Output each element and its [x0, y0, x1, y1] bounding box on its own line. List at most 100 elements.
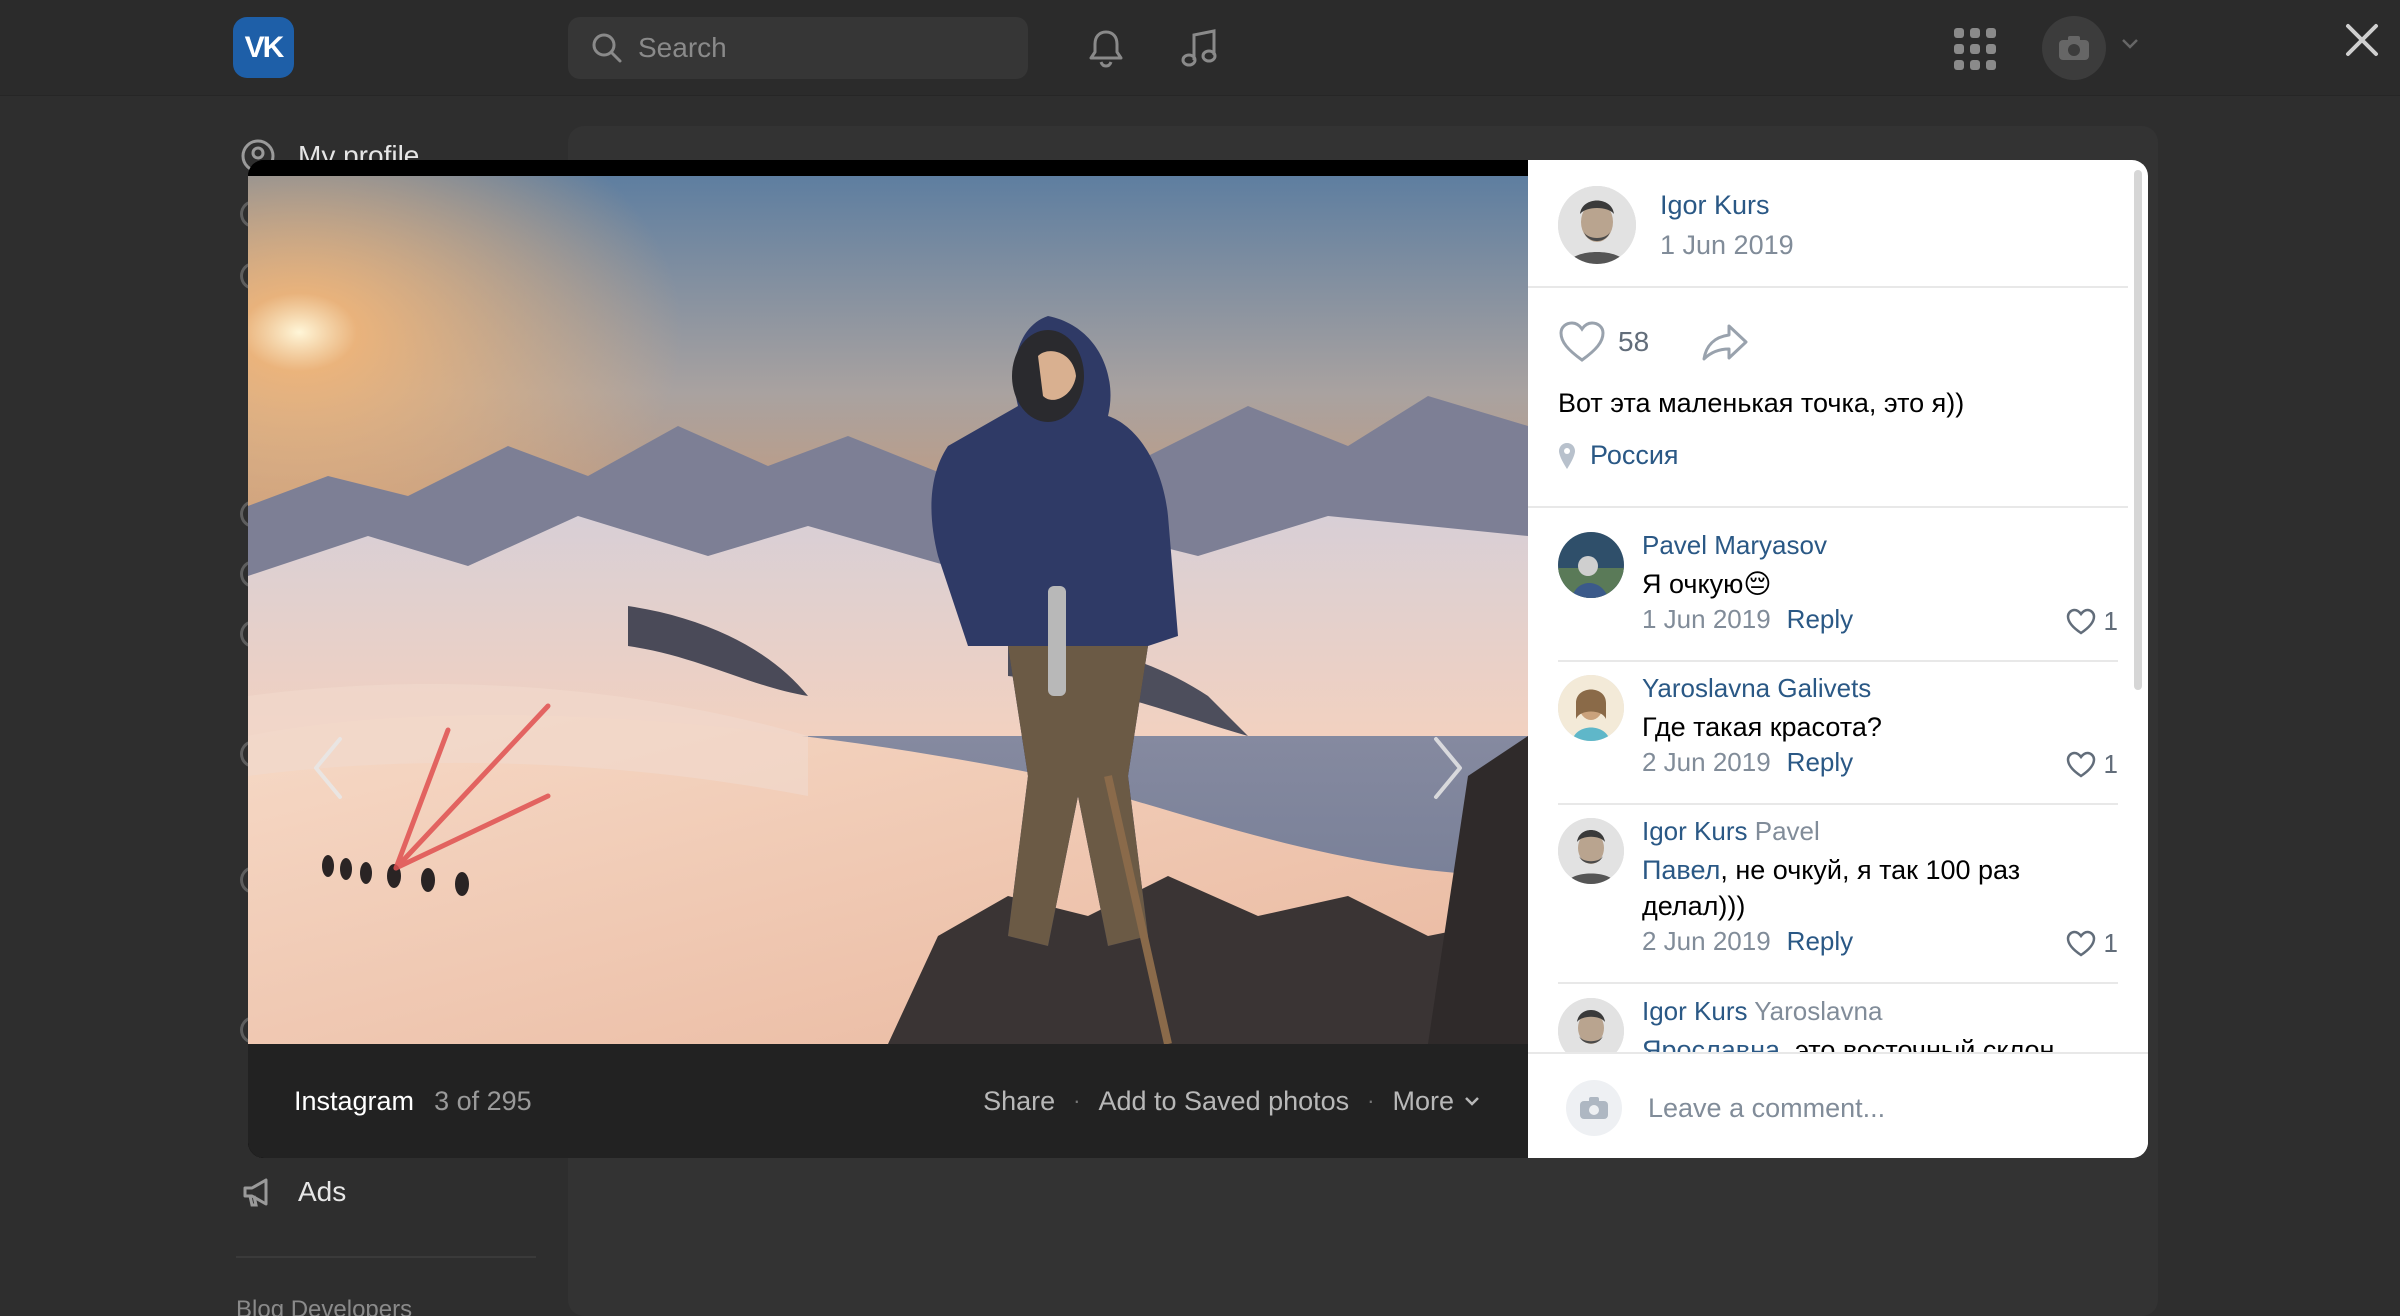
comment-composer — [1528, 1052, 2148, 1158]
comment-like-count: 1 — [2103, 928, 2118, 958]
commenter-avatar[interactable] — [1558, 818, 1624, 884]
comment-item: Yaroslavna Galivets Где такая красота? 2… — [1558, 673, 2118, 811]
comment-text: Ярославна, это восточный склон — [1642, 1032, 2102, 1052]
search-bar[interactable]: Search — [568, 17, 1028, 79]
close-icon[interactable] — [2336, 14, 2388, 66]
photo-pane: Instagram 3 of 295 Share · Add to Saved … — [248, 160, 1528, 1158]
reply-button[interactable]: Reply — [1787, 926, 1853, 956]
location-label: Россия — [1590, 440, 1679, 470]
nav-ads-label: Ads — [298, 1176, 347, 1207]
mention-link[interactable]: Ярославна — [1642, 1035, 1780, 1052]
search-placeholder: Search — [638, 32, 727, 63]
reply-button[interactable]: Reply — [1787, 747, 1853, 777]
chevron-right-icon — [1434, 737, 1462, 799]
search-icon — [592, 33, 622, 63]
camera-icon — [1580, 1097, 1608, 1119]
chevron-left-icon — [314, 737, 342, 799]
profile-avatar-button[interactable] — [2042, 16, 2106, 80]
chevron-down-icon — [1465, 1097, 1479, 1106]
commenter-avatar[interactable] — [1558, 532, 1624, 598]
divider — [1528, 506, 2128, 508]
reply-to-name: Yaroslavna — [1754, 996, 1883, 1026]
prev-photo-arrow[interactable] — [298, 728, 358, 808]
bell-icon[interactable] — [1078, 20, 1134, 76]
top-bar: VK Search — [0, 0, 2400, 96]
apps-grid-icon[interactable] — [1950, 24, 2000, 74]
megaphone-icon — [243, 1178, 268, 1207]
comment-text: Павел, не очкуй, я так 100 раз делал))) — [1642, 852, 2102, 924]
comment-like-button[interactable]: 1 — [2066, 749, 2118, 780]
attach-photo-button[interactable] — [1566, 1080, 1622, 1136]
author-avatar[interactable] — [1558, 186, 1636, 264]
nav-ads[interactable]: Ads — [240, 1174, 346, 1210]
photo-viewer-modal: Instagram 3 of 295 Share · Add to Saved … — [248, 160, 2148, 1158]
commenter-avatar[interactable] — [1558, 675, 1624, 741]
comment-input[interactable] — [1648, 1078, 2108, 1138]
like-icon[interactable] — [1558, 320, 1606, 364]
photo-footer: Instagram 3 of 295 Share · Add to Saved … — [248, 1044, 1528, 1158]
more-label: More — [1392, 1085, 1454, 1116]
vk-logo[interactable]: VK — [233, 17, 294, 78]
comment-meta: 2 Jun 2019 Reply — [1642, 747, 1853, 778]
comment-author[interactable]: Igor Kurs Yaroslavna — [1642, 996, 1882, 1027]
post-author: Igor Kurs 1 Jun 2019 — [1528, 160, 2128, 288]
album-link[interactable]: Instagram — [294, 1086, 414, 1117]
author-name[interactable]: Igor Kurs — [1660, 190, 1770, 221]
like-icon — [2066, 608, 2095, 635]
comment-item: Pavel Maryasov Я очкую😔 1 Jun 2019 Reply … — [1558, 530, 2118, 668]
comment-divider — [1558, 803, 2118, 805]
comment-author[interactable]: Yaroslavna Galivets — [1642, 673, 1871, 704]
reply-button[interactable]: Reply — [1787, 604, 1853, 634]
comment-text: Я очкую😔 — [1642, 569, 1772, 599]
comment-date[interactable]: 1 Jun 2019 — [1642, 604, 1771, 634]
comment-meta: 2 Jun 2019 Reply — [1642, 926, 1853, 957]
post-location[interactable]: Россия — [1558, 440, 1679, 471]
camera-icon — [2059, 36, 2089, 60]
comment-like-count: 1 — [2103, 606, 2118, 636]
photo-counter: 3 of 295 — [434, 1085, 532, 1116]
footer-links[interactable]: Blog Developers — [236, 1296, 412, 1316]
comment-author[interactable]: Pavel Maryasov — [1642, 530, 1827, 561]
comment-text: Где такая красота? — [1642, 712, 1882, 742]
save-photo-button[interactable]: Add to Saved photos — [1098, 1086, 1349, 1117]
more-button[interactable]: More — [1392, 1086, 1482, 1117]
photo-image — [248, 176, 1528, 1044]
like-count: 58 — [1618, 326, 1650, 357]
comment-like-button[interactable]: 1 — [2066, 928, 2118, 959]
photo-sidebar: Igor Kurs 1 Jun 2019 58 Вот эта маленька… — [1528, 160, 2148, 1158]
comment-divider — [1558, 982, 2118, 984]
comment-date[interactable]: 2 Jun 2019 — [1642, 747, 1771, 777]
comment-item: Igor Kurs Yaroslavna Ярославна, это вост… — [1558, 996, 2118, 1052]
location-pin-icon — [1559, 442, 1575, 469]
comment-author-name: Igor Kurs — [1642, 816, 1748, 846]
comment-author-name: Yaroslavna Galivets — [1642, 673, 1872, 703]
share-button[interactable]: Share — [983, 1086, 1055, 1117]
comment-author-name: Pavel Maryasov — [1642, 530, 1827, 560]
vk-logo-text: VK — [244, 30, 285, 64]
scrollbar-thumb[interactable] — [2134, 170, 2142, 690]
comments-overflow: Igor Kurs Yaroslavna Ярославна, это вост… — [1528, 996, 2128, 1052]
post-date[interactable]: 1 Jun 2019 — [1660, 230, 1794, 261]
share-icon[interactable] — [1701, 322, 1749, 362]
chevron-down-icon[interactable] — [2120, 36, 2140, 50]
post-actions: 58 — [1558, 320, 1749, 364]
like-icon — [2066, 751, 2095, 778]
next-photo-arrow[interactable] — [1418, 728, 1478, 808]
photo[interactable] — [248, 176, 1528, 1044]
commenter-avatar[interactable] — [1558, 998, 1624, 1052]
music-icon[interactable] — [1172, 20, 1228, 76]
post-text: Вот эта маленькая точка, это я)) — [1558, 388, 1965, 418]
comment-like-button[interactable]: 1 — [2066, 606, 2118, 637]
sidebar-scrollbar[interactable] — [2128, 160, 2148, 1040]
dot-separator: · — [1367, 1088, 1375, 1113]
comment-date[interactable]: 2 Jun 2019 — [1642, 926, 1771, 956]
comment-divider — [1558, 660, 2118, 662]
comment-like-count: 1 — [2103, 749, 2118, 779]
like-icon — [2066, 930, 2095, 957]
mention-link[interactable]: Павел — [1642, 855, 1720, 885]
dot-separator: · — [1073, 1088, 1081, 1113]
comment-author[interactable]: Igor Kurs Pavel — [1642, 816, 1820, 847]
comment-meta: 1 Jun 2019 Reply — [1642, 604, 1853, 635]
nav-divider — [236, 1256, 536, 1258]
comment-author-name: Igor Kurs — [1642, 996, 1748, 1026]
